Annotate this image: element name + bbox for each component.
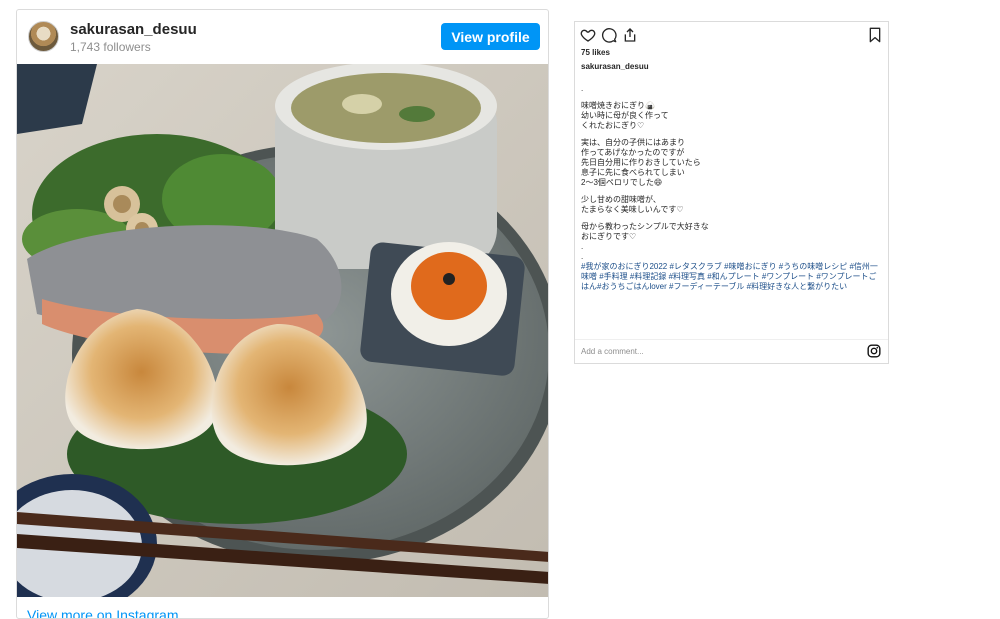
caption-gap	[581, 215, 883, 222]
caption-text: . 味噌焼きおにぎり🍙 幼い時に母が良く作って くれたおにぎり♡ 実は、自分の子供にはあ…	[581, 84, 883, 262]
view-more-link[interactable]: View more on Instagram	[27, 607, 178, 618]
caption-line: 息子に先に食べられてしまい	[581, 168, 685, 177]
caption-line: 母から教わったシンプルで大好きな	[581, 222, 709, 231]
caption-line: 2〜3個ペロリでした😄	[581, 178, 663, 187]
caption-gap	[581, 94, 883, 101]
comment-icon[interactable]	[601, 27, 617, 43]
caption-line: 先日自分用に作りおきしていたら	[581, 158, 701, 167]
post-photo[interactable]	[17, 64, 548, 597]
divider	[575, 339, 888, 340]
caption-line: くれたおにぎり♡	[581, 121, 645, 130]
caption-gap	[581, 188, 883, 195]
caption-line: 作ってあげなかったのですが	[581, 148, 685, 157]
caption-line: たまらなく美味しいんです♡	[581, 205, 684, 214]
caption-line: .	[581, 242, 584, 251]
bookmark-icon[interactable]	[867, 27, 883, 43]
caption-line: .	[581, 252, 584, 261]
caption-line: 少し甘めの甜味噌が、	[581, 195, 661, 204]
hashtags[interactable]: #我が家のおにぎり2022 #レタスクラブ #味噌おにぎり #うちの味噌レシピ …	[581, 262, 883, 292]
caption-body: . 味噌焼きおにぎり🍙 幼い時に母が良く作って くれたおにぎり♡ 実は、自分の子供にはあ…	[581, 84, 883, 292]
comment-input[interactable]: Add a comment...	[581, 347, 644, 356]
caption-card: 75 likes sakurasan_desuu . 味噌焼きおにぎり🍙 幼い時に母…	[574, 21, 889, 364]
caption-username[interactable]: sakurasan_desuu	[581, 62, 649, 71]
caption-line: おにぎりです♡	[581, 232, 637, 241]
caption-line: 味噌焼きおにぎり🍙	[581, 101, 655, 110]
profile-username[interactable]: sakurasan_desuu	[70, 21, 197, 38]
caption-line: 実は、自分の子供にはあまり	[581, 138, 685, 147]
like-count[interactable]: 75 likes	[581, 48, 610, 57]
action-bar	[580, 27, 883, 43]
caption-line: 幼い時に母が良く作って	[581, 111, 669, 120]
instagram-icon[interactable]	[867, 344, 881, 358]
instagram-embed: sakurasan_desuu 1,743 followers View pro…	[16, 9, 549, 619]
follower-count: 1,743 followers	[70, 40, 151, 54]
caption-gap	[581, 131, 883, 138]
view-profile-button[interactable]: View profile	[441, 23, 540, 50]
caption-line: .	[581, 84, 584, 93]
avatar[interactable]	[28, 21, 59, 52]
heart-icon[interactable]	[580, 27, 596, 43]
share-icon[interactable]	[622, 27, 638, 43]
embed-header: sakurasan_desuu 1,743 followers View pro…	[17, 10, 548, 64]
